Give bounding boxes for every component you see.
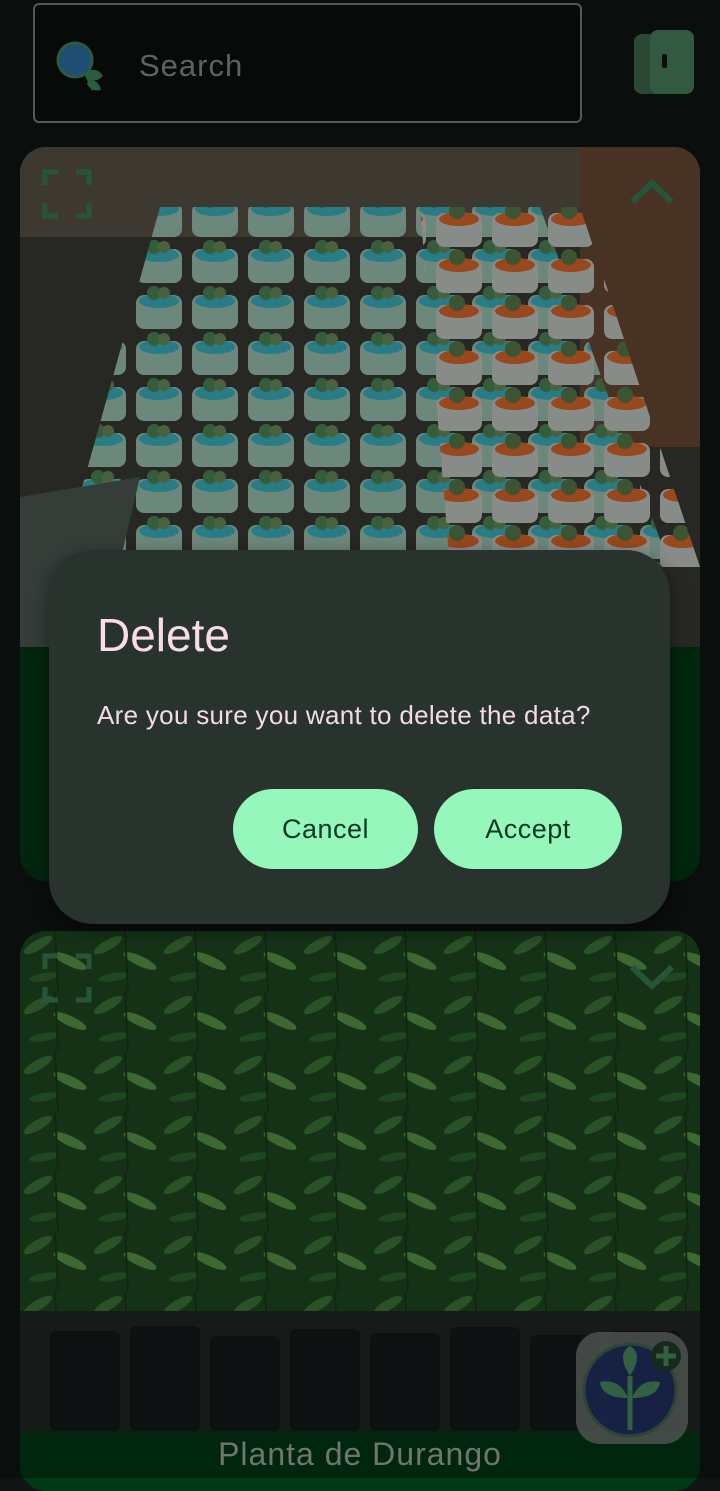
dialog-message: Are you sure you want to delete the data… [97,700,591,730]
accept-button[interactable]: Accept [434,789,622,869]
cancel-button[interactable]: Cancel [233,789,418,869]
dialog-title: Delete [97,609,230,661]
delete-dialog: Delete Are you sure you want to delete t… [49,550,670,924]
